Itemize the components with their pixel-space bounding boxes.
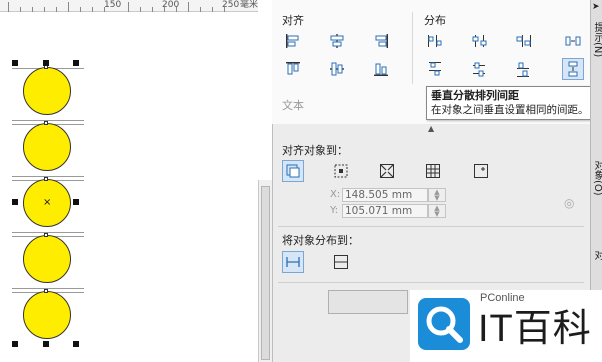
pconline-logo-icon [418, 298, 470, 350]
section-divider [278, 226, 584, 227]
distribute-spacing-vertical-icon[interactable] [562, 58, 584, 80]
tooltip: 垂直分散排列间距 在对象之间垂直设置相同的间距。 [426, 86, 598, 120]
guide-line [12, 176, 84, 177]
distribute-middle-icon[interactable] [468, 58, 490, 80]
y-label: Y: [330, 205, 339, 216]
scrollbar-thumb[interactable] [261, 186, 270, 360]
selection-handle[interactable] [12, 199, 18, 205]
distribute-to-title: 将对象分布到： [282, 234, 359, 247]
tooltip-title: 垂直分散排列间距 [431, 89, 519, 102]
y-coordinate-field[interactable]: 105.071 mm [342, 204, 428, 218]
dock-tab-hints[interactable]: 提示(N) [591, 22, 602, 57]
shape-node[interactable] [44, 233, 48, 237]
guide-line [12, 288, 84, 289]
distribute-section-title: 分布 [424, 14, 446, 27]
selection-center-icon[interactable]: × [43, 198, 51, 208]
yellow-circle[interactable] [23, 123, 71, 171]
horizontal-ruler: 150 200 250 毫米 [0, 0, 258, 12]
align-section-title: 对齐 [282, 14, 304, 27]
ruler-label-250: 250 [222, 0, 240, 10]
align-to-page-edge-icon[interactable] [330, 160, 352, 182]
y-spinner-icon[interactable]: ▲ ▼ [428, 204, 446, 218]
section-divider [412, 12, 413, 84]
distribute-spacing-horizontal-icon[interactable] [562, 30, 584, 52]
selection-handle[interactable] [73, 341, 79, 347]
align-to-title: 对齐对象到： [282, 144, 348, 157]
ruler-label-200: 200 [162, 0, 180, 10]
align-center-horizontal-icon[interactable] [326, 30, 348, 52]
distribute-bottom-icon[interactable] [512, 58, 534, 80]
cursor-arrow-icon: ➤ [592, 2, 600, 12]
align-to-grid-icon[interactable] [422, 160, 444, 182]
shape-node[interactable] [44, 121, 48, 125]
align-to-point-icon[interactable] [470, 160, 492, 182]
distribute-left-icon[interactable] [424, 30, 446, 52]
x-coordinate-field[interactable]: 148.505 mm [342, 188, 428, 202]
selection-handle[interactable] [43, 341, 49, 347]
shape-node[interactable] [44, 289, 48, 293]
distribute-to-selection-icon[interactable] [282, 251, 304, 273]
shape-node[interactable] [44, 177, 48, 181]
distribute-center-icon[interactable] [468, 30, 490, 52]
watermark-site: PConline [480, 292, 525, 304]
align-bottom-icon[interactable] [370, 58, 392, 80]
watermark: PConline IT百科 [410, 290, 602, 362]
ruler-unit-label: 毫米 [240, 0, 258, 10]
dock-tab-objects[interactable]: 对象(O) [591, 160, 602, 196]
tooltip-description: 在对象之间垂直设置相同的间距。 [431, 104, 589, 116]
vertical-scrollbar[interactable] [258, 180, 272, 362]
panel-button[interactable] [328, 290, 408, 314]
yellow-circle[interactable] [23, 67, 71, 115]
align-right-icon[interactable] [370, 30, 392, 52]
target-icon[interactable]: ◎ [564, 196, 574, 210]
selection-handle[interactable] [73, 60, 79, 66]
align-to-page-center-icon[interactable] [376, 160, 398, 182]
yellow-circle[interactable] [23, 235, 71, 283]
align-to-active-objects-icon[interactable] [282, 160, 304, 182]
x-label: X: [330, 189, 341, 200]
selection-handle[interactable] [43, 60, 49, 66]
selection-handle[interactable] [73, 199, 79, 205]
selection-handle[interactable] [12, 341, 18, 347]
guide-line [12, 232, 84, 233]
yellow-circle[interactable] [23, 291, 71, 339]
distribute-top-icon[interactable] [424, 58, 446, 80]
watermark-brand: IT百科 [478, 308, 592, 350]
align-left-icon[interactable] [282, 30, 304, 52]
drawing-canvas[interactable]: 150 200 250 毫米 × [0, 0, 258, 362]
x-spinner-icon[interactable]: ▲ ▼ [428, 188, 446, 202]
align-center-vertical-icon[interactable] [326, 58, 348, 80]
selection-handle[interactable] [12, 60, 18, 66]
collapse-arrow-icon[interactable]: ▲ [428, 124, 434, 133]
align-top-icon[interactable] [282, 58, 304, 80]
guide-line [12, 120, 84, 121]
section-divider [278, 282, 584, 283]
text-section-title: 文本 [282, 99, 304, 112]
dock-tab-align[interactable]: 对 [591, 250, 602, 260]
distribute-right-icon[interactable] [512, 30, 534, 52]
distribute-to-page-icon[interactable] [330, 251, 352, 273]
ruler-label-150: 150 [104, 0, 122, 10]
